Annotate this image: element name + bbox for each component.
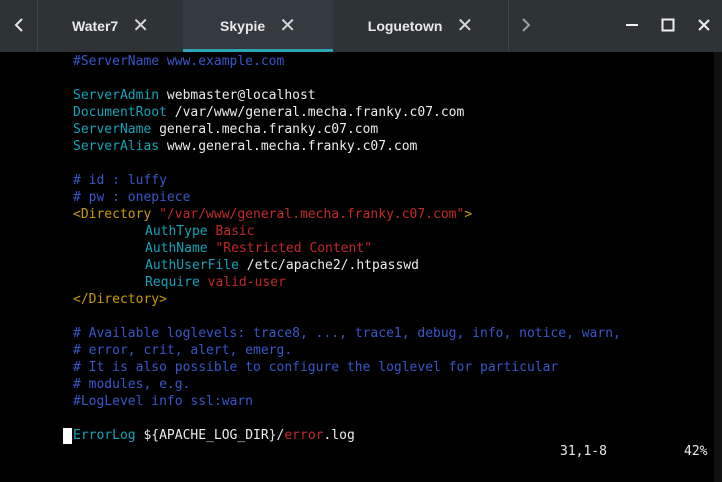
minimize-button[interactable]	[614, 0, 650, 52]
config-line: <Directory "/var/www/general.mecha.frank…	[73, 206, 472, 223]
text-cursor	[63, 428, 72, 444]
minimize-icon	[625, 15, 639, 38]
directive-key: AuthName	[145, 241, 208, 256]
directive-value: webmaster@localhost	[159, 88, 316, 103]
directive-value: general.mecha.franky.c07.com	[151, 122, 379, 137]
directive-value: valid-user	[199, 275, 286, 290]
config-line: ServerAlias www.general.mecha.franky.c07…	[73, 138, 417, 155]
directive-key: Require	[145, 275, 200, 290]
close-tab-icon[interactable]: ✕	[132, 16, 149, 36]
tab-scroll-left-button[interactable]	[0, 0, 38, 52]
scrollbar[interactable]	[714, 52, 722, 482]
config-line: # error, crit, alert, emerg.	[73, 343, 293, 358]
tab-label: Skypie	[220, 18, 266, 34]
config-line: # It is also possible to configure the l…	[73, 360, 559, 375]
directive-value: error	[284, 428, 324, 443]
config-line: ServerAdmin webmaster@localhost	[73, 87, 316, 104]
directive-value: www.general.mecha.franky.c07.com	[159, 139, 418, 154]
terminal-view[interactable]: #ServerName www.example.com ServerAdmin …	[0, 52, 722, 482]
title-bar: Water7 ✕ Skypie ✕ Loguetown ✕	[0, 0, 722, 52]
tab-label: Water7	[72, 18, 119, 34]
tab-loguetown[interactable]: Loguetown ✕	[333, 0, 508, 52]
config-line: # Available loglevels: trace8, ..., trac…	[73, 326, 621, 341]
directive-value: .log	[323, 428, 355, 443]
directive-key: AuthType	[145, 224, 208, 239]
directive-value: /etc/apache2/.htpasswd	[238, 258, 419, 273]
config-line: Require valid-user	[145, 274, 286, 291]
config-line: AuthType Basic	[145, 223, 255, 240]
cursor-position-status: 31,1-8	[560, 444, 607, 459]
directive-value: ${APACHE_LOG_DIR}/	[135, 428, 285, 443]
directive-value: /var/www/general.mecha.franky.c07.com	[166, 105, 465, 120]
directive-key: ServerAdmin	[73, 88, 160, 103]
directive-value: "Restricted Content"	[207, 241, 372, 256]
config-line: #LogLevel info ssl:warn	[73, 394, 254, 409]
config-line: #ServerName www.example.com	[73, 54, 285, 69]
tab-skypie[interactable]: Skypie ✕	[183, 0, 333, 52]
maximize-button[interactable]	[650, 0, 686, 52]
tab-label: Loguetown	[367, 18, 443, 34]
directive-value: Basic	[207, 224, 255, 239]
tab-strip: Water7 ✕ Skypie ✕ Loguetown ✕	[38, 0, 508, 52]
directory-tag-open: <Directory	[73, 207, 160, 222]
directive-key: DocumentRoot	[73, 105, 167, 120]
chevron-left-icon	[13, 15, 25, 38]
chevron-right-icon	[520, 15, 532, 38]
tag-bracket: >	[464, 207, 473, 222]
config-line: AuthName "Restricted Content"	[145, 240, 372, 257]
directory-path: "/var/www/general.mecha.franky.c07.com"	[159, 207, 465, 222]
config-line: </Directory>	[73, 292, 167, 307]
close-tab-icon[interactable]: ✕	[456, 16, 473, 36]
directive-key: ServerAlias	[73, 139, 160, 154]
config-line: # modules, e.g.	[73, 377, 191, 392]
directive-key: ErrorLog	[73, 428, 136, 443]
scroll-percent-status: 42%	[684, 444, 708, 459]
close-tab-icon[interactable]: ✕	[279, 16, 296, 36]
config-line: AuthUserFile /etc/apache2/.htpasswd	[145, 257, 419, 274]
directive-key: AuthUserFile	[145, 258, 239, 273]
config-line: # id : luffy	[73, 173, 167, 188]
config-line: ServerName general.mecha.franky.c07.com	[73, 121, 378, 138]
close-icon	[697, 15, 711, 38]
config-line: DocumentRoot /var/www/general.mecha.fran…	[73, 104, 464, 121]
directive-key: ServerName	[73, 122, 152, 137]
maximize-icon	[661, 15, 675, 38]
window-controls	[614, 0, 722, 52]
close-window-button[interactable]	[686, 0, 722, 52]
config-line: ErrorLog ${APACHE_LOG_DIR}/error.log	[73, 427, 355, 444]
config-line: # pw : onepiece	[73, 190, 191, 205]
tab-water7[interactable]: Water7 ✕	[38, 0, 183, 52]
tab-scroll-right-button[interactable]	[508, 0, 543, 52]
